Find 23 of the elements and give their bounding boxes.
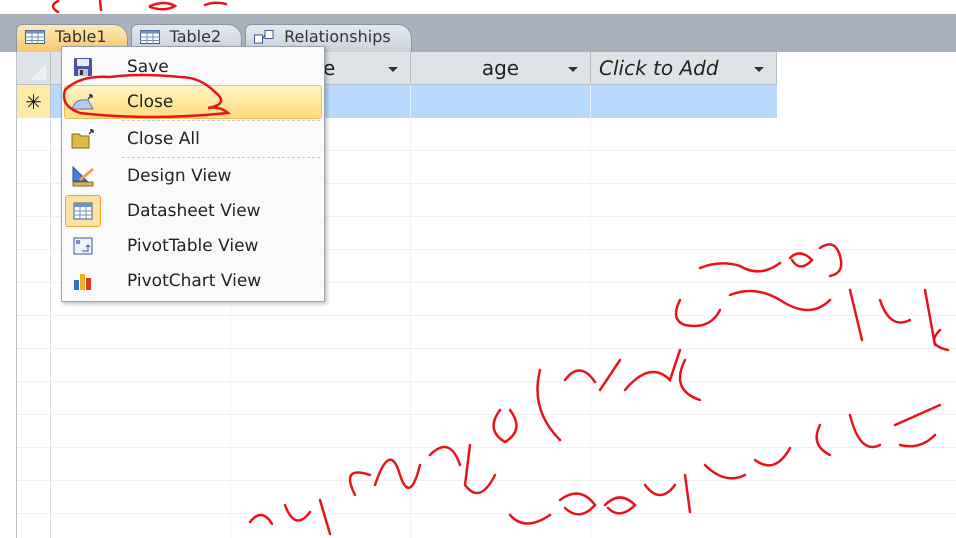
column-header[interactable]: Click to Add [591,52,777,85]
menu-item[interactable]: PivotTable View [64,229,322,263]
table-icon [25,30,45,44]
document-tab[interactable]: Relationships [245,24,412,52]
menu-item[interactable]: Datasheet View [64,194,322,228]
datasheet-icon [73,202,93,220]
bar-chart-icon [73,271,93,291]
menu-item[interactable]: Save [64,50,322,84]
menu-item[interactable]: Design View [64,159,322,193]
column-header[interactable]: age [411,52,591,85]
dropdown-caret-icon[interactable] [754,67,764,72]
new-record-marker: ✳ [17,85,51,118]
folder-icon [71,129,95,149]
relationships-icon [254,30,274,44]
menu-item[interactable]: Close [64,85,322,119]
dropdown-caret-icon[interactable] [388,67,398,72]
menu-item[interactable]: PivotChart View [64,264,322,298]
pivot-table-icon [73,237,93,255]
close-document-icon [71,93,95,111]
ruler-pencil-icon [71,165,95,187]
table-icon [140,30,160,44]
menu-item[interactable]: Close All [64,122,322,156]
dropdown-caret-icon[interactable] [568,67,578,72]
